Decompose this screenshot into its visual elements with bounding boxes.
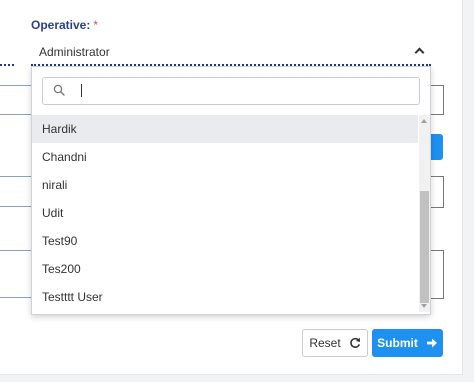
background-field-line xyxy=(0,114,34,115)
option-item[interactable]: Test90 xyxy=(32,227,418,255)
arrow-right-icon xyxy=(426,338,437,348)
background-field-edge xyxy=(431,176,444,208)
option-item[interactable]: Tes200 xyxy=(32,255,418,283)
scroll-down-arrow-icon[interactable] xyxy=(421,304,427,308)
selected-value: Administrator xyxy=(39,45,110,59)
scroll-thumb[interactable] xyxy=(420,191,429,303)
text-cursor xyxy=(81,84,82,97)
background-field-line xyxy=(0,206,34,207)
option-item[interactable]: nirali xyxy=(32,171,418,199)
search-input[interactable] xyxy=(71,81,415,101)
options-list: Hardik Chandni nirali Udit Test90 Tes200… xyxy=(32,115,418,312)
scroll-up-arrow-icon[interactable] xyxy=(421,119,427,123)
operative-dropdown: Hardik Chandni nirali Udit Test90 Tes200… xyxy=(31,66,431,315)
background-field-edge xyxy=(431,85,444,115)
background-field-line xyxy=(0,85,34,86)
option-item[interactable]: Hardik xyxy=(32,115,418,143)
background-field-edge xyxy=(431,250,444,299)
search-icon xyxy=(53,84,65,96)
options-scrollbar[interactable] xyxy=(419,115,430,312)
background-field-line xyxy=(0,297,34,298)
option-item[interactable]: Testttt User xyxy=(32,283,418,311)
background-button-edge xyxy=(431,134,443,160)
chevron-up-icon[interactable] xyxy=(414,47,425,58)
background-field-line xyxy=(0,250,34,251)
refresh-icon xyxy=(349,337,360,348)
submit-button[interactable]: Submit xyxy=(372,329,443,357)
background-field-line xyxy=(0,176,34,177)
reset-button[interactable]: Reset xyxy=(302,329,368,357)
operative-label-text: Operative: xyxy=(31,18,91,32)
form-panel: Operative: * Administrator Hardik Chandni… xyxy=(0,0,463,375)
operative-label: Operative: * xyxy=(31,18,98,32)
option-item[interactable]: Chandni xyxy=(32,143,418,171)
operative-select[interactable]: Administrator xyxy=(31,40,431,66)
required-mark: * xyxy=(93,18,99,32)
option-item[interactable]: Udit xyxy=(32,199,418,227)
dropdown-search[interactable] xyxy=(42,77,420,105)
left-field-underline xyxy=(0,64,14,66)
submit-label: Submit xyxy=(377,336,418,350)
reset-label: Reset xyxy=(309,336,341,350)
